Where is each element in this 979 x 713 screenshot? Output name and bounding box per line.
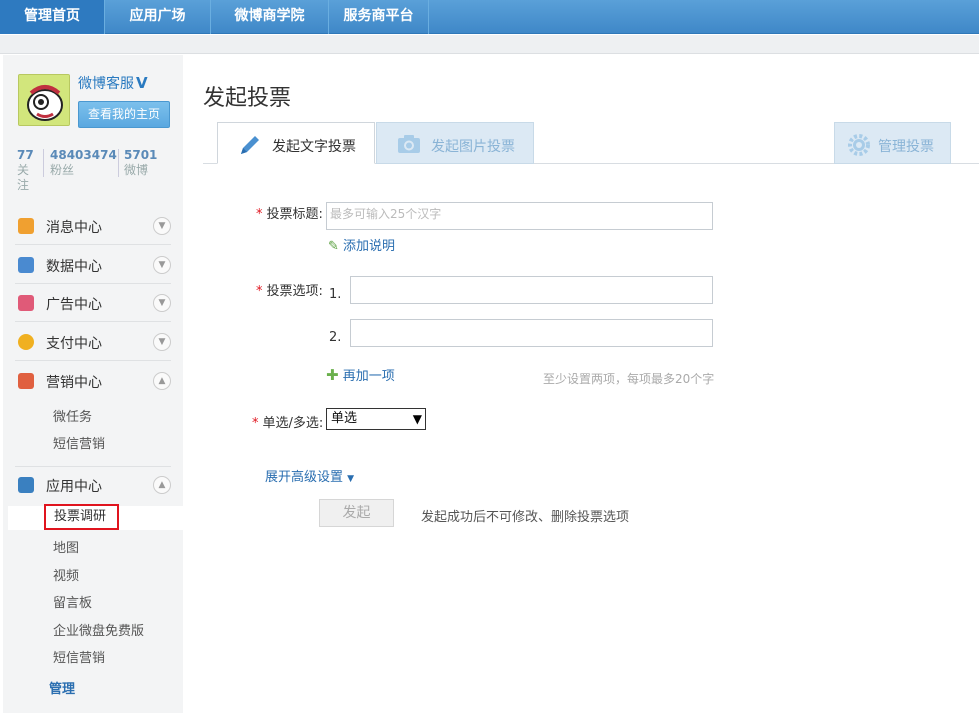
chevron-up-icon[interactable]: ▲ [153, 476, 171, 494]
chevron-down-icon[interactable]: ▼ [153, 217, 171, 235]
chevron-down-icon[interactable]: ▼ [153, 294, 171, 312]
menu-ad-center[interactable]: 广告中心 ▼ [15, 284, 171, 322]
top-band [0, 35, 979, 54]
ad-icon [18, 295, 34, 311]
option-input-1[interactable] [350, 276, 713, 304]
page-title: 发起投票 [203, 86, 292, 111]
avatar[interactable] [18, 74, 70, 126]
manage-link[interactable]: 管理 [49, 678, 75, 697]
pencil-icon [241, 136, 259, 154]
submit-button[interactable]: 发起 [319, 499, 394, 527]
mode-select[interactable]: 单选 ▼ [326, 408, 426, 430]
add-description-text: 添加说明 [343, 239, 396, 254]
avatar-icon [19, 75, 69, 125]
tab-manage-vote-label: 管理投票 [878, 139, 934, 155]
option-number: 1. [329, 287, 342, 302]
menu-label: 广告中心 [46, 297, 102, 313]
submenu-map[interactable]: 地图 [53, 537, 79, 556]
vote-title-label-text: 投票标题: [266, 207, 323, 222]
vote-options-label-text: 投票选项: [266, 284, 323, 299]
vote-title-label: * 投票标题: [256, 203, 323, 222]
submenu-sms-marketing[interactable]: 短信营销 [53, 433, 105, 452]
tab-image-vote[interactable]: 发起图片投票 [376, 122, 534, 164]
tab-text-vote-label: 发起文字投票 [272, 139, 356, 155]
bag-icon [18, 373, 34, 389]
chevron-down-icon[interactable]: ▼ [153, 256, 171, 274]
add-description-link[interactable]: ✎ 添加说明 [328, 235, 395, 254]
add-option-link[interactable]: ✚ 再加一项 [326, 365, 395, 384]
chevron-down-icon[interactable]: ▼ [153, 333, 171, 351]
stat-divider [118, 149, 119, 177]
stat-followers-value: 48403474 [50, 148, 117, 162]
advanced-settings-text: 展开高级设置 [265, 470, 344, 485]
menu-app-center[interactable]: 应用中心 ▲ [15, 466, 171, 504]
top-nav: 管理首页 应用广场 微博商学院 服务商平台 [0, 0, 979, 34]
nav-tab-business-school[interactable]: 微博商学院 [211, 0, 329, 34]
add-option-text: 再加一项 [342, 369, 395, 384]
caret-down-icon: ▼ [347, 474, 355, 484]
menu-label: 消息中心 [46, 220, 102, 236]
menu-label: 支付中心 [46, 336, 102, 352]
tab-manage-vote[interactable]: 管理投票 [834, 122, 951, 164]
stat-posts-label: 微博 [124, 163, 149, 177]
nav-tab-home[interactable]: 管理首页 [0, 0, 105, 34]
options-hint: 至少设置两项，每项最多20个字 [543, 372, 715, 386]
stat-posts-value: 5701 [124, 148, 158, 162]
pencil-small-icon: ✎ [328, 239, 339, 254]
sidebar: 微博客服 V 查看我的主页 77 关注 48403474 粉丝 5701 微博 消… [3, 55, 183, 713]
mode-label: * 单选/多选: [252, 412, 323, 431]
stat-posts[interactable]: 5701 微博 [124, 147, 157, 178]
nav-tab-service-platform[interactable]: 服务商平台 [329, 0, 429, 34]
menu-marketing-center[interactable]: 营销中心 ▲ [15, 362, 171, 400]
tab-image-vote-label: 发起图片投票 [431, 139, 515, 155]
chart-icon [18, 257, 34, 273]
menu-message-center[interactable]: 消息中心 ▼ [15, 207, 171, 245]
stat-following-value: 77 [17, 148, 34, 162]
yen-icon [18, 334, 34, 350]
stat-following-label: 关注 [17, 163, 30, 192]
chevron-up-icon[interactable]: ▲ [153, 372, 171, 390]
required-mark: * [256, 207, 263, 222]
menu-label: 营销中心 [46, 375, 102, 391]
stat-divider [43, 149, 44, 177]
menu-label: 应用中心 [46, 479, 102, 495]
menu-payment-center[interactable]: 支付中心 ▼ [15, 323, 171, 361]
advanced-settings-link[interactable]: 展开高级设置 ▼ [265, 466, 354, 485]
submenu-micro-task[interactable]: 微任务 [53, 406, 92, 425]
profile-name[interactable]: 微博客服 V [78, 73, 148, 93]
menu-data-center[interactable]: 数据中心 ▼ [15, 246, 171, 284]
stat-followers-label: 粉丝 [50, 163, 75, 177]
verified-icon: V [136, 74, 148, 92]
submenu-enterprise-disk[interactable]: 企业微盘免费版 [53, 620, 144, 639]
required-mark: * [252, 416, 259, 431]
mode-label-text: 单选/多选: [262, 416, 324, 431]
view-homepage-button[interactable]: 查看我的主页 [78, 101, 170, 128]
chevron-down-icon: ▼ [412, 412, 422, 426]
submenu-video[interactable]: 视频 [53, 565, 79, 584]
nav-tab-app-square[interactable]: 应用广场 [105, 0, 211, 34]
plus-icon: ✚ [326, 366, 339, 384]
stat-followers[interactable]: 48403474 粉丝 [50, 147, 117, 178]
stat-following[interactable]: 77 关注 [17, 147, 34, 193]
menu-label: 数据中心 [46, 259, 102, 275]
option-input-2[interactable] [350, 319, 713, 347]
submenu-vote-survey[interactable]: 投票调研 [44, 504, 119, 530]
submit-note: 发起成功后不可修改、删除投票选项 [421, 510, 630, 525]
profile-name-text: 微博客服 [78, 76, 134, 92]
camera-icon [398, 135, 420, 153]
tab-text-vote[interactable]: 发起文字投票 [217, 122, 375, 164]
submenu-sms-marketing-2[interactable]: 短信营销 [53, 647, 105, 666]
speaker-icon [18, 218, 34, 234]
option-number: 2. [329, 330, 342, 345]
vote-options-label: * 投票选项: [256, 280, 323, 299]
app-icon [18, 477, 34, 493]
mode-select-value: 单选 [331, 411, 358, 426]
gear-icon [848, 134, 870, 156]
vote-title-input[interactable]: 最多可输入25个汉字 [326, 202, 713, 230]
required-mark: * [256, 284, 263, 299]
submenu-message-board[interactable]: 留言板 [53, 592, 92, 611]
